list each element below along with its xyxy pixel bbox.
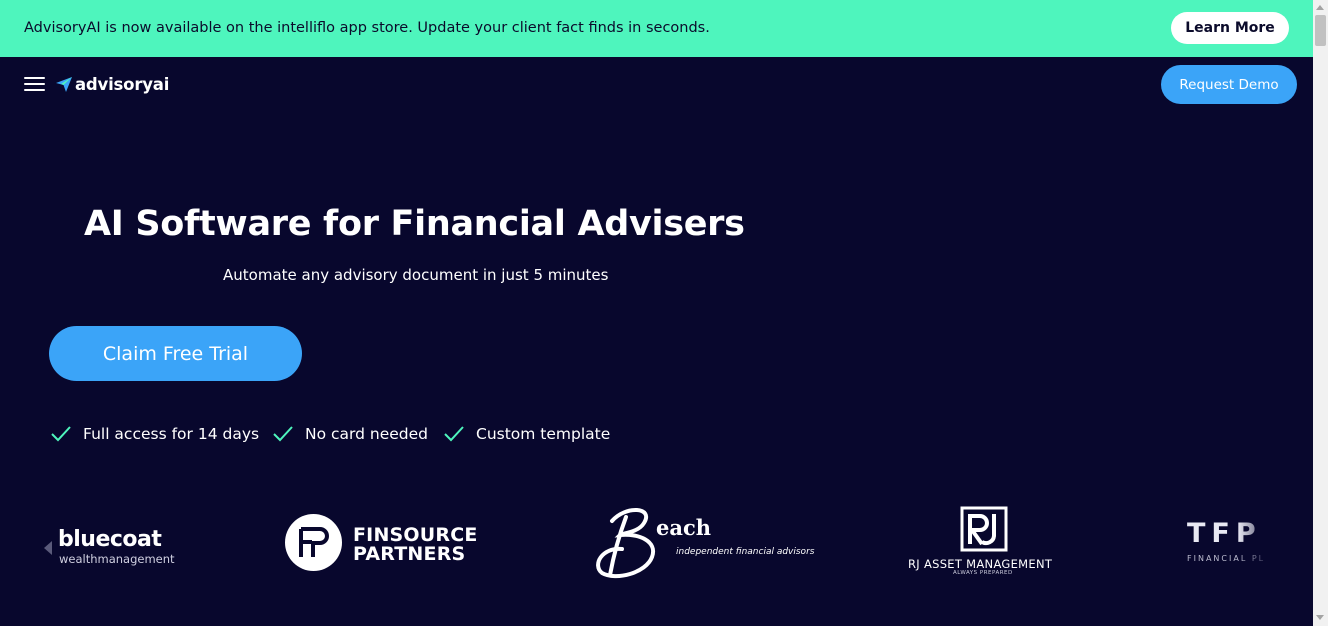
check-icon bbox=[444, 426, 464, 442]
finsource-line2: PARTNERS bbox=[353, 543, 466, 565]
learn-more-button[interactable]: Learn More bbox=[1171, 12, 1289, 44]
claim-free-trial-button[interactable]: Claim Free Trial bbox=[49, 326, 302, 381]
perk-item: No card needed bbox=[272, 423, 428, 445]
page-scrollbar[interactable] bbox=[1313, 0, 1328, 626]
perk-label: Custom template bbox=[476, 425, 611, 443]
rj-monogram-icon bbox=[960, 506, 1008, 552]
bluecoat-mark-icon bbox=[44, 541, 52, 555]
beach-logo: each independent financial advisors bbox=[592, 503, 814, 583]
rj-tagline: ALWAYS PREPARED bbox=[953, 570, 1013, 576]
logo-text: advisoryai bbox=[75, 74, 170, 94]
finsource-partners-logo: FINSOURCE PARTNERS bbox=[285, 514, 485, 572]
beach-sub: independent financial advisors bbox=[676, 547, 815, 557]
perk-item: Full access for 14 days bbox=[50, 423, 259, 445]
bluecoat-sub: wealthmanagement bbox=[59, 552, 175, 566]
perk-label: No card needed bbox=[305, 425, 429, 443]
hero-subtitle: Automate any advisory document in just 5… bbox=[223, 266, 609, 284]
perk-item: Custom template bbox=[443, 423, 610, 445]
request-demo-button[interactable]: Request Demo bbox=[1161, 65, 1297, 104]
fp-monogram-icon bbox=[285, 514, 342, 571]
check-icon bbox=[51, 426, 71, 442]
paper-plane-icon bbox=[56, 77, 72, 92]
scroll-thumb[interactable] bbox=[1315, 15, 1326, 46]
check-icon bbox=[273, 426, 293, 442]
scroll-up-arrow-icon[interactable] bbox=[1316, 5, 1324, 10]
beach-name: each bbox=[656, 515, 712, 540]
hero-title: AI Software for Financial Advisers bbox=[84, 204, 745, 244]
logo-carousel-fade bbox=[1238, 512, 1278, 572]
scroll-down-arrow-icon[interactable] bbox=[1316, 615, 1324, 620]
announcement-bar: AdvisoryAI is now available on the intel… bbox=[0, 0, 1313, 57]
bluecoat-logo: bluecoat wealthmanagement bbox=[42, 526, 182, 570]
advisoryai-logo[interactable]: advisoryai bbox=[55, 72, 169, 96]
hamburger-menu-icon[interactable] bbox=[24, 76, 45, 92]
announcement-text: AdvisoryAI is now available on the intel… bbox=[24, 20, 710, 36]
bluecoat-name: bluecoat bbox=[58, 527, 162, 552]
perk-label: Full access for 14 days bbox=[83, 425, 260, 443]
rj-name: RJ ASSET MANAGEMENT bbox=[908, 557, 1053, 571]
rj-asset-management-logo: RJ ASSET MANAGEMENT ALWAYS PREPARED bbox=[905, 506, 1065, 578]
